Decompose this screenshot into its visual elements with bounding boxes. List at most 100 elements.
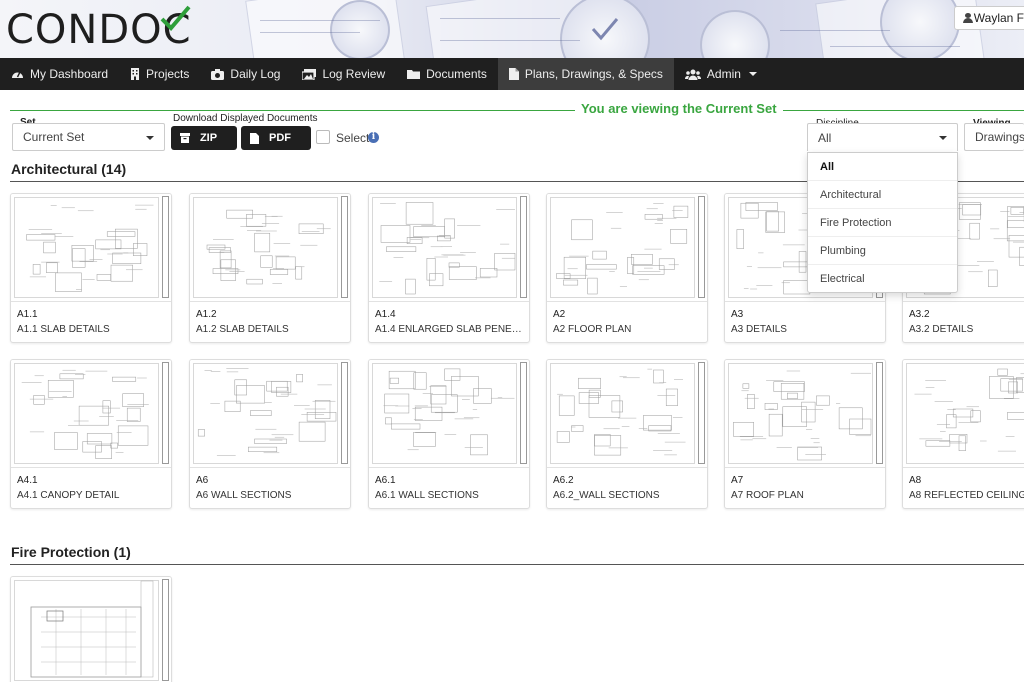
section-rule [10,564,1024,565]
drawing-thumbnail [903,360,1024,468]
section-title-architectural: Architectural (14) [11,161,127,177]
drawing-name: A1.4 ENLARGED SLAB PENETRAT... [375,324,527,335]
discipline-option[interactable]: Architectural [808,181,957,209]
drawing-card[interactable]: A8 A8 REFLECTED CEILING PLAN [902,359,1024,509]
camera-icon [211,68,225,80]
nav-projects[interactable]: Projects [119,58,200,90]
drawing-code: A6.2 [553,475,574,486]
drawing-code: A4.1 [17,475,38,486]
viewing-select-value: Drawings [975,130,1024,144]
set-select-value: Current Set [23,130,85,144]
set-select[interactable]: Current Set [12,123,165,151]
drawing-card[interactable]: A2 A2 FLOOR PLAN [546,193,708,343]
drawing-name: A6 WALL SECTIONS [196,490,292,501]
drawing-code: A7 [731,475,744,486]
pdf-label: PDF [269,132,291,144]
drawing-name: A3.2 DETAILS [909,324,974,335]
drawing-thumbnail [11,360,171,468]
drawing-thumbnail [725,360,885,468]
drawing-name: A4.1 CANOPY DETAIL [17,490,120,501]
drawing-card[interactable]: A6.2 A6.2_WALL SECTIONS [546,359,708,509]
nav-label: My Dashboard [30,67,109,81]
drawing-card[interactable]: A7 A7 ROOF PLAN [724,359,886,509]
chevron-down-icon [939,136,947,140]
discipline-select-value: All [818,130,832,145]
chevron-down-icon [748,72,757,76]
info-icon[interactable]: i [368,132,379,143]
drawing-card[interactable]: A1.4 A1.4 ENLARGED SLAB PENETRAT... [368,193,530,343]
blueprint-check-mark [591,18,619,41]
user-menu[interactable]: Waylan F [954,6,1024,30]
drawing-thumbnail [369,360,529,468]
nav-documents[interactable]: Documents [396,58,498,90]
drawing-name: A8 REFLECTED CEILING PLAN [909,490,1024,501]
zip-button[interactable]: ZIP [171,126,237,150]
drawing-name: A3 DETAILS [731,324,787,335]
drawing-code: A3 [731,309,744,320]
drawing-card[interactable]: A1.1 A1.1 SLAB DETAILS [10,193,172,343]
nav-label: Documents [426,67,487,81]
nav-admin[interactable]: Admin [674,58,768,90]
user-name: Waylan F [973,11,1024,25]
building-icon [131,68,140,80]
drawing-thumbnail [369,194,529,302]
drawing-card[interactable]: A6.1 A6.1 WALL SECTIONS [368,359,530,509]
discipline-dropdown: All Architectural Fire Protection Plumbing E… [807,152,958,293]
viewing-select[interactable]: Drawings [964,123,1024,151]
drawing-name: A2 FLOOR PLAN [553,324,632,335]
drawing-code: A2 [553,309,566,320]
drawing-code: A1.4 [375,309,396,320]
file-pdf-icon [250,132,259,144]
drawing-card[interactable]: A4.1 A4.1 CANOPY DETAIL [10,359,172,509]
discipline-option[interactable]: Fire Protection [808,209,957,237]
discipline-option[interactable]: Plumbing [808,237,957,265]
users-icon [684,69,701,80]
drawing-code: A8 [909,475,922,486]
drawing-code: A6.1 [375,475,396,486]
drawing-code: A6 [196,475,209,486]
logo-check-icon [158,2,192,46]
nav-plans-drawings-specs[interactable]: Plans, Drawings, & Specs [497,58,674,90]
drawing-thumbnail [11,577,171,682]
condoc-logo[interactable]: CONDOC [6,5,192,52]
drawing-thumbnail [547,194,707,302]
drawing-thumbnail [11,194,171,302]
nav-label: Plans, Drawings, & Specs [524,67,663,81]
nav-log-review[interactable]: Log Review [291,58,396,90]
drawing-card-fire-protection[interactable] [10,576,172,682]
drawing-name: A6.1 WALL SECTIONS [375,490,479,501]
drawing-code: A1.1 [17,309,38,320]
select-checkbox[interactable] [316,130,330,144]
user-icon [963,13,973,23]
discipline-select[interactable]: All [807,123,958,151]
archive-icon [180,133,190,143]
nav-label: Admin [706,67,741,81]
nav-label: Projects [146,67,190,81]
discipline-option[interactable]: All [808,153,957,181]
drawing-card[interactable]: A1.2 A1.2 SLAB DETAILS [189,193,351,343]
nav-label: Log Review [322,67,386,81]
nav-my-dashboard[interactable]: My Dashboard [0,58,119,90]
pdf-button[interactable]: PDF [241,126,311,150]
chevron-down-icon [146,136,154,140]
drawing-thumbnail [190,194,350,302]
discipline-option[interactable]: Electrical [808,265,957,293]
drawing-name: A1.1 SLAB DETAILS [17,324,110,335]
images-icon [302,68,317,80]
drawing-name: A6.2_WALL SECTIONS [553,490,660,501]
drawing-thumbnail [547,360,707,468]
drawing-code: A1.2 [196,309,217,320]
folder-icon [407,70,421,79]
drawing-name: A7 ROOF PLAN [731,490,804,501]
set-banner-rule [10,110,1024,111]
drawing-code: A3.2 [909,309,930,320]
zip-label: ZIP [199,132,218,144]
drawing-thumbnail [190,360,350,468]
nav-daily-log[interactable]: Daily Log [200,58,291,90]
download-label: Download Displayed Documents [173,113,318,124]
section-title-fire-protection: Fire Protection (1) [11,544,131,560]
drawing-name: A1.2 SLAB DETAILS [196,324,289,335]
main-nav: My Dashboard Projects Daily Log Log Revi… [0,58,1024,90]
select-label: Select [336,131,370,145]
drawing-card[interactable]: A6 A6 WALL SECTIONS [189,359,351,509]
